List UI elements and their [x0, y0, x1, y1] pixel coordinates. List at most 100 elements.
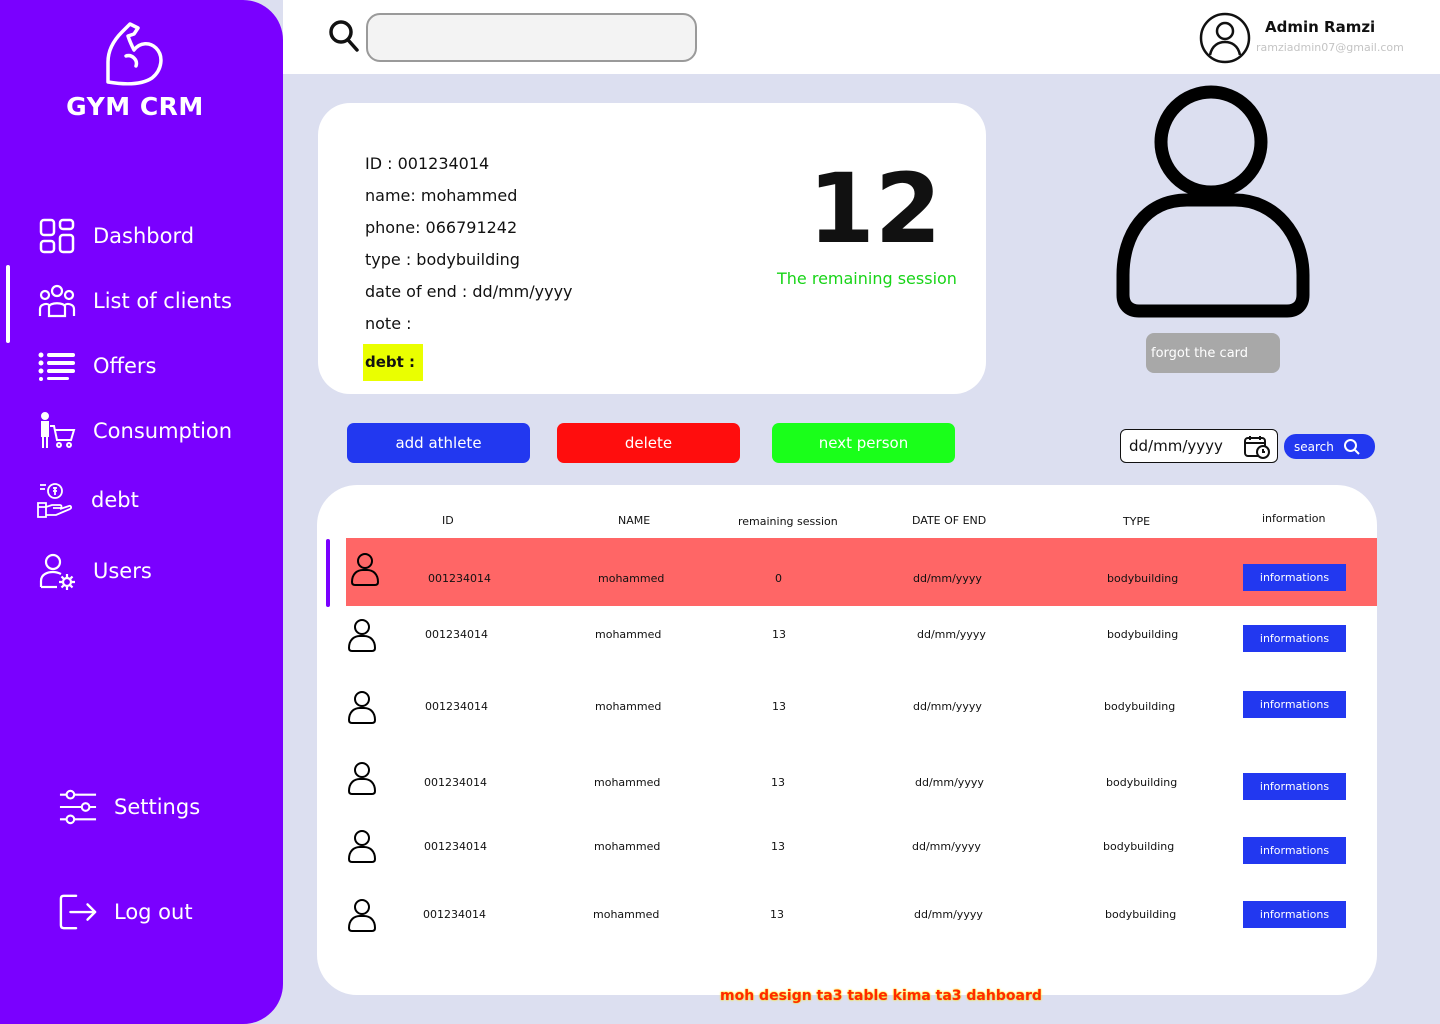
informations-button[interactable]: informations [1243, 901, 1346, 928]
flexed-arm-icon [106, 22, 163, 86]
selected-row-indicator [326, 539, 330, 607]
table-row[interactable]: 001234014 mohammed 0 dd/mm/yyyy bodybuil… [346, 538, 1377, 606]
user-icon [350, 552, 380, 590]
search-icon[interactable] [328, 19, 360, 57]
search-icon [1344, 439, 1360, 455]
sliders-icon [59, 788, 97, 826]
column-header-end-date: DATE OF END [912, 514, 987, 527]
cell-end-date: dd/mm/yyyy [913, 572, 982, 585]
user-icon [347, 761, 377, 799]
cell-id: 001234014 [425, 628, 488, 641]
calendar-clock-icon[interactable] [1243, 434, 1271, 464]
sidebar-item-consumption[interactable]: Consumption [38, 412, 232, 450]
admin-name: Admin Ramzi [1265, 18, 1376, 36]
search-input[interactable] [366, 13, 697, 62]
group-icon [38, 282, 76, 320]
table-row[interactable]: 001234014 mohammed 13 dd/mm/yyyy bodybui… [317, 685, 1377, 753]
footer-note: moh design ta3 table kima ta3 dahboard [720, 988, 1042, 1004]
informations-button[interactable]: informations [1243, 625, 1346, 652]
cell-type: bodybuilding [1105, 908, 1177, 921]
client-info-card: ID : 001234014 name: mohammed phone: 066… [318, 103, 986, 394]
money-hand-icon [36, 481, 74, 519]
forgot-card-button[interactable]: forgot the card [1146, 333, 1280, 373]
sidebar-item-debt[interactable]: debt [36, 481, 139, 519]
sidebar-item-dashboard[interactable]: Dashbord [38, 217, 194, 255]
cell-type: bodybuilding [1107, 572, 1179, 585]
cell-name: mohammed [595, 700, 662, 713]
informations-button[interactable]: informations [1243, 691, 1346, 718]
search-button[interactable]: search [1284, 434, 1375, 459]
user-icon [347, 690, 377, 728]
cell-end-date: dd/mm/yyyy [914, 908, 983, 921]
table-row[interactable]: 001234014 mohammed 13 dd/mm/yyyy bodybui… [317, 761, 1377, 829]
client-end-date: date of end : dd/mm/yyyy [365, 282, 573, 301]
informations-button[interactable]: informations [1243, 837, 1346, 864]
sidebar-item-label: Consumption [93, 419, 233, 443]
delete-button[interactable]: delete [557, 423, 740, 463]
settings-label: Settings [114, 795, 201, 819]
cell-name: mohammed [595, 628, 662, 641]
cell-end-date: dd/mm/yyyy [912, 840, 981, 853]
cell-remaining: 13 [772, 700, 786, 713]
logout-label: Log out [114, 900, 193, 924]
cell-end-date: dd/mm/yyyy [917, 628, 986, 641]
cell-id: 001234014 [425, 700, 488, 713]
cell-remaining: 13 [771, 776, 785, 789]
cell-type: bodybuilding [1106, 776, 1178, 789]
column-header-type: TYPE [1123, 515, 1151, 528]
table-row[interactable]: 001234014 mohammed 13 dd/mm/yyyy bodybui… [317, 893, 1377, 961]
top-bar: Admin Ramzi ramziadmin07@gmail.com [283, 0, 1440, 74]
sidebar-item-label: List of clients [93, 289, 232, 313]
client-id: ID : 001234014 [365, 154, 490, 173]
informations-button[interactable]: informations [1243, 773, 1346, 800]
sidebar-item-users[interactable]: Users [38, 552, 152, 590]
informations-button[interactable]: informations [1243, 564, 1346, 591]
date-input[interactable] [1129, 435, 1239, 457]
admin-avatar-icon[interactable] [1199, 12, 1251, 68]
column-header-id: ID [442, 514, 454, 527]
user-gear-icon [38, 552, 76, 590]
remaining-session-count: 12 [808, 153, 942, 265]
column-header-remaining: remaining session [738, 515, 838, 528]
grid-icon [38, 217, 76, 255]
search-button-label: search [1294, 439, 1334, 454]
cell-type: bodybuilding [1107, 628, 1179, 641]
client-name: name: mohammed [365, 186, 518, 205]
settings-button[interactable]: Settings [59, 788, 200, 826]
table-row[interactable]: 001234014 mohammed 13 dd/mm/yyyy bodybui… [317, 825, 1377, 893]
sidebar-item-label: Dashbord [93, 224, 195, 248]
column-header-information: information [1262, 512, 1326, 525]
cell-name: mohammed [594, 776, 661, 789]
list-icon [38, 347, 76, 385]
client-type: type : bodybuilding [365, 250, 520, 269]
cell-end-date: dd/mm/yyyy [915, 776, 984, 789]
logout-button[interactable]: Log out [59, 893, 193, 931]
sidebar-item-label: Users [93, 559, 152, 583]
sidebar-item-list-of-clients[interactable]: List of clients [38, 282, 232, 320]
sidebar-item-label: debt [91, 488, 139, 512]
cell-remaining: 13 [770, 908, 784, 921]
cell-id: 001234014 [424, 840, 487, 853]
sidebar-item-offers[interactable]: Offers [38, 347, 157, 385]
user-icon [347, 829, 377, 867]
cell-remaining: 0 [775, 572, 782, 585]
cart-icon [38, 412, 76, 450]
add-athlete-button[interactable]: add athlete [347, 423, 530, 463]
remaining-session-label: The remaining session [777, 269, 957, 288]
user-icon [347, 618, 377, 656]
cell-remaining: 13 [771, 840, 785, 853]
sidebar: GYM CRM Dashbord List of clients Offers … [0, 0, 283, 1024]
logo: GYM CRM [60, 20, 210, 121]
table-row[interactable]: 001234014 mohammed 13 dd/mm/yyyy bodybui… [317, 613, 1377, 681]
next-person-button[interactable]: next person [772, 423, 955, 463]
active-nav-indicator [6, 265, 10, 343]
clients-table: ID NAME remaining session DATE OF END TY… [317, 485, 1377, 995]
client-debt: debt : [363, 344, 423, 381]
date-filter[interactable] [1120, 429, 1278, 463]
cell-type: bodybuilding [1104, 700, 1176, 713]
brand-name: GYM CRM [66, 92, 204, 121]
cell-name: mohammed [593, 908, 660, 921]
client-note: note : [365, 314, 412, 333]
cell-name: mohammed [594, 840, 661, 853]
user-icon [347, 898, 377, 936]
